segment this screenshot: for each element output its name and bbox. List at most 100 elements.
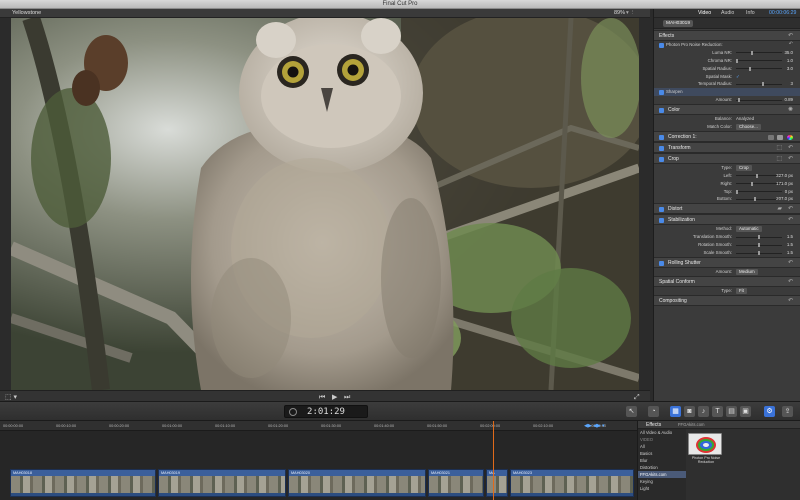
ruler-tick-label: 00:01:00:00 — [162, 424, 183, 428]
playhead[interactable] — [493, 421, 494, 500]
color-board-icon[interactable] — [768, 134, 774, 140]
effects-category-item[interactable]: Blur — [638, 457, 686, 464]
section-rolling-shutter[interactable]: Rolling Shutter ↶ — [654, 256, 800, 268]
luma-nr-slider[interactable] — [736, 50, 782, 55]
section-compositing[interactable]: Compositing ↶ — [654, 294, 800, 307]
generators-icon[interactable]: ▤ — [726, 406, 737, 417]
translation-smooth-slider[interactable] — [736, 235, 782, 240]
timeline[interactable]: 00:00:00:00 00:00:10:00 00:00:20:00 00:01:0… — [0, 421, 637, 500]
crop-right-slider[interactable] — [736, 181, 782, 186]
media-browser-icon[interactable]: ▦ — [670, 406, 681, 417]
section-spatial-conform[interactable]: Spatial Conform ↶ — [654, 275, 800, 287]
crop-type-popup[interactable]: Crop — [736, 164, 752, 171]
section-distort[interactable]: Distort ▰ ↶ — [654, 203, 800, 215]
effects-category-item[interactable]: All Video & Audio — [638, 429, 686, 436]
param-crop-left: Left: 327.0 px — [723, 172, 793, 178]
color-enable-checkbox[interactable] — [659, 108, 664, 114]
viewer-video-frame[interactable] — [11, 18, 639, 390]
crop-top-slider[interactable] — [736, 189, 782, 194]
section-color[interactable]: Color ✺ — [654, 104, 800, 116]
viewer-options-icon[interactable]: ⫶ — [632, 9, 633, 18]
param-spatial-mask: Spatial Mask: ✓ — [705, 73, 740, 81]
effects-category-item[interactable]: All — [638, 443, 686, 450]
dashboard-timecode[interactable]: 2:01:29 — [284, 405, 368, 418]
tab-video[interactable]: Video — [698, 9, 711, 18]
share-icon[interactable]: ⇪ — [782, 406, 793, 417]
section-stabilization[interactable]: Stabilization ↶ — [654, 214, 800, 226]
section-transform[interactable]: Transform ⬚ ↶ — [654, 141, 800, 153]
crop-left-slider[interactable] — [736, 173, 782, 178]
music-icon[interactable]: ♪ — [698, 406, 709, 417]
viewer-zoom-popup[interactable]: 89% — [614, 9, 625, 18]
reset-icon[interactable]: ↶ — [789, 41, 793, 49]
rolling-shutter-enable-checkbox[interactable] — [659, 260, 664, 266]
timeline-clip[interactable]: MAH03020 — [288, 469, 426, 497]
titles-icon[interactable]: T — [712, 406, 723, 417]
match-color-choose-button[interactable]: Choose... — [736, 124, 761, 131]
ruler-tick-label: 00:02:00:00 — [480, 424, 501, 428]
clip-audio-waveform — [11, 493, 155, 496]
effect-thumbnail-image — [688, 433, 722, 455]
chevron-down-icon[interactable]: ▾ — [626, 9, 629, 18]
photon-logo-icon — [689, 434, 721, 454]
enhance-icon[interactable]: ◔ — [648, 406, 659, 417]
timeline-ruler[interactable]: 00:00:00:00 00:00:10:00 00:00:20:00 00:01:0… — [0, 421, 637, 431]
chroma-nr-slider[interactable] — [736, 58, 782, 63]
section-correction[interactable]: Correction 1: — [654, 130, 800, 142]
effects-category-item[interactable]: Light — [638, 485, 686, 492]
effects-search-field[interactable]: FFGAkits.com — [678, 421, 705, 429]
tab-info[interactable]: Info — [746, 9, 755, 18]
effect-photon-pro-thumbnail[interactable]: Photon Pro Noise Reduction — [688, 433, 724, 465]
sc-type-popup[interactable]: Fit — [736, 287, 747, 294]
themes-icon[interactable]: ▣ — [740, 406, 751, 417]
window-title: Final Cut Pro — [382, 1, 418, 7]
stabilization-enable-checkbox[interactable] — [659, 218, 664, 224]
crop-bottom-slider[interactable] — [736, 197, 782, 202]
effect-enable-checkbox[interactable] — [659, 89, 664, 95]
crop-enable-checkbox[interactable] — [659, 156, 664, 162]
ruler-tick-label: 00:01:30:00 — [321, 424, 342, 428]
camera-icon[interactable]: ◙ — [684, 406, 695, 417]
effects-category-item[interactable]: Keying — [638, 478, 686, 485]
distort-enable-checkbox[interactable] — [659, 207, 664, 213]
mask-icon[interactable] — [777, 134, 783, 140]
timeline-clip[interactable]: MAH03019 — [158, 469, 286, 497]
timeline-clip[interactable]: MAH03023 — [510, 469, 634, 497]
spatial-radius-slider[interactable] — [736, 66, 782, 71]
ruler-tick-label: 00:01:50:00 — [427, 424, 448, 428]
param-sc-type: Type: Fit — [654, 287, 800, 295]
section-effects[interactable]: Effects ↶ — [654, 30, 800, 41]
effects-category-item[interactable]: Basics — [638, 450, 686, 457]
primary-storyline: MAH03018 MAH03019 MAH03020 MAH03021 MA MAH030… — [10, 469, 634, 497]
timeline-clip[interactable]: MA — [486, 469, 508, 497]
inspector-clip-name: MAH03019 — [663, 20, 693, 27]
temporal-radius-slider[interactable] — [736, 82, 782, 87]
param-translation-smooth: Translation Smooth: 1.5 — [692, 234, 793, 240]
method-popup[interactable]: Automatic — [736, 226, 762, 233]
scale-smooth-slider[interactable] — [736, 251, 782, 256]
rotation-smooth-slider[interactable] — [736, 243, 782, 248]
timeline-clip[interactable]: MAH03018 — [10, 469, 156, 497]
sharpen-amount-slider[interactable] — [736, 98, 782, 103]
zoom-audio-icon[interactable]: ◀▶ ◀▶ ▾ — [584, 421, 605, 431]
correction-enable-checkbox[interactable] — [659, 134, 664, 140]
color-wheel-icon[interactable] — [787, 134, 793, 140]
inspector-body: Effects ↶ Photon Pro Noise Reduction: ↶ Lu… — [654, 30, 800, 401]
section-crop[interactable]: Crop ⬚ ↶ — [654, 152, 800, 164]
transform-enable-checkbox[interactable] — [659, 145, 664, 151]
effects-category-item[interactable]: Distortion — [638, 464, 686, 471]
clip-audio-waveform — [511, 493, 633, 496]
select-tool-icon[interactable]: ↖ — [626, 406, 637, 417]
effects-category-item[interactable]: FFGAkits.com — [638, 471, 686, 478]
effect-sharpen-header[interactable]: Sharpen — [654, 88, 800, 97]
rs-amount-popup[interactable]: Medium — [736, 268, 758, 275]
tab-audio[interactable]: Audio — [721, 9, 734, 18]
ruler-tick-label: 00:01:10:00 — [215, 424, 236, 428]
spatial-mask-checkbox[interactable]: ✓ — [736, 73, 740, 81]
inspector-toggle-icon[interactable]: ⚙ — [764, 406, 775, 417]
timeline-clip[interactable]: MAH03021 — [428, 469, 484, 497]
reset-icon[interactable]: ↶ — [788, 296, 793, 307]
effect-enable-checkbox[interactable] — [659, 42, 664, 48]
param-match-color: Match Color: Choose... — [654, 123, 800, 131]
effect-photon-header[interactable]: Photon Pro Noise Reduction: ↶ — [654, 41, 800, 49]
